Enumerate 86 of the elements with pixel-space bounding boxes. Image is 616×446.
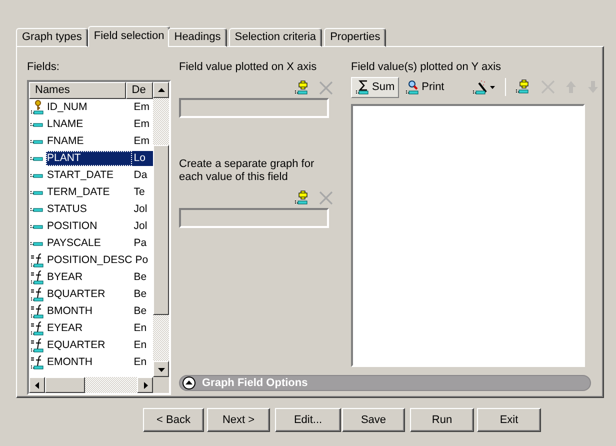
field-name[interactable]: BQUARTER: [46, 287, 132, 302]
sum-button[interactable]: Sum: [351, 76, 399, 98]
scrollbar-corner: [153, 377, 169, 393]
delete-icon: [319, 191, 333, 205]
field-name[interactable]: LNAME: [46, 117, 132, 132]
field-description: Pa: [132, 236, 148, 251]
tab[interactable]: Field selection: [88, 26, 170, 47]
scroll-right-icon: [142, 382, 148, 388]
exit-button[interactable]: Exit: [477, 408, 541, 432]
field-description: En: [132, 321, 148, 336]
field-name[interactable]: PLANT: [46, 151, 132, 166]
add-field-icon: [515, 79, 532, 95]
by-field-label: Create a separate graph for each value of this field: [179, 158, 316, 184]
delete-icon: [319, 81, 333, 95]
field-description: Be: [132, 270, 148, 285]
sigma-icon: [355, 80, 369, 94]
field-name[interactable]: POSITION: [46, 219, 132, 234]
field-icon: [30, 208, 43, 212]
field-description: Jol: [132, 202, 148, 217]
field-description: En: [132, 355, 148, 370]
field-name[interactable]: EMONTH: [46, 355, 132, 370]
wand-icon: [472, 80, 496, 94]
function-icon: [30, 253, 44, 268]
expand-icon: [182, 376, 196, 390]
field-description: Te: [132, 185, 146, 200]
field-description: Be: [132, 304, 148, 319]
scroll-up-icon: [158, 86, 164, 94]
horizontal-scrollbar[interactable]: [29, 377, 153, 393]
function-icon: [30, 304, 44, 319]
scroll-down-icon: [158, 366, 164, 372]
field-name[interactable]: PAYSCALE: [46, 236, 132, 251]
y-axis-label: Field value(s) plotted on Y axis: [351, 61, 502, 74]
run-button[interactable]: Run: [410, 408, 474, 432]
function-icon: [30, 355, 44, 370]
function-icon: [30, 270, 44, 285]
field-name[interactable]: EYEAR: [46, 321, 132, 336]
field-icon: [30, 140, 43, 144]
field-description: Em: [132, 117, 151, 132]
field-name[interactable]: STATUS: [46, 202, 132, 217]
field-name[interactable]: FNAME: [46, 134, 132, 149]
options-bar-label: Graph Field Options: [202, 377, 308, 389]
field-icon: [30, 174, 43, 178]
field-description: Em: [132, 134, 151, 149]
back-button[interactable]: < Back: [143, 408, 204, 432]
magnifier-icon: [404, 80, 419, 94]
field-icon: [30, 224, 43, 228]
field-name[interactable]: START_DATE: [46, 168, 132, 183]
field-description: Be: [132, 287, 148, 302]
save-button[interactable]: Save: [342, 408, 405, 432]
function-icon: [30, 338, 44, 353]
function-icon: [30, 287, 44, 302]
edit-button[interactable]: Edit...: [275, 408, 341, 432]
by-field-field[interactable]: [179, 208, 329, 228]
add-field-icon: [294, 190, 310, 206]
field-icon: [30, 122, 43, 126]
column-header[interactable]: De: [126, 82, 153, 99]
scroll-left-icon: [34, 382, 40, 388]
tab[interactable]: Graph types: [16, 28, 88, 47]
field-description: Jol: [132, 219, 148, 234]
field-description: Da: [132, 168, 148, 183]
column-header[interactable]: Names: [29, 82, 126, 99]
add-field-icon: [294, 80, 310, 96]
field-description: Em: [132, 100, 151, 115]
field-name[interactable]: ID_NUM: [46, 100, 132, 115]
field-description: Lo: [132, 151, 153, 166]
x-axis-label: Field value plotted on X axis: [179, 61, 318, 74]
key-icon: [30, 100, 44, 115]
field-description: En: [132, 338, 148, 353]
field-name[interactable]: POSITION_DESC: [46, 253, 134, 268]
field-icon: [30, 242, 43, 246]
tab[interactable]: Selection criteria: [228, 28, 322, 47]
tab[interactable]: Headings: [168, 28, 227, 47]
function-icon: [30, 321, 44, 336]
fields-label: Fields:: [27, 61, 60, 74]
x-axis-field[interactable]: [179, 98, 329, 118]
vertical-scrollbar[interactable]: [153, 82, 169, 377]
tab[interactable]: Properties: [324, 28, 386, 47]
field-name[interactable]: BYEAR: [46, 270, 132, 285]
field-icon: [30, 156, 43, 160]
next-button[interactable]: Next >: [207, 408, 270, 432]
field-name[interactable]: TERM_DATE: [46, 185, 132, 200]
field-name[interactable]: EQUARTER: [46, 338, 132, 353]
field-icon: [30, 190, 43, 194]
print-button[interactable]: Print: [400, 76, 448, 98]
field-description: Po: [134, 253, 150, 268]
field-name[interactable]: BMONTH: [46, 304, 132, 319]
